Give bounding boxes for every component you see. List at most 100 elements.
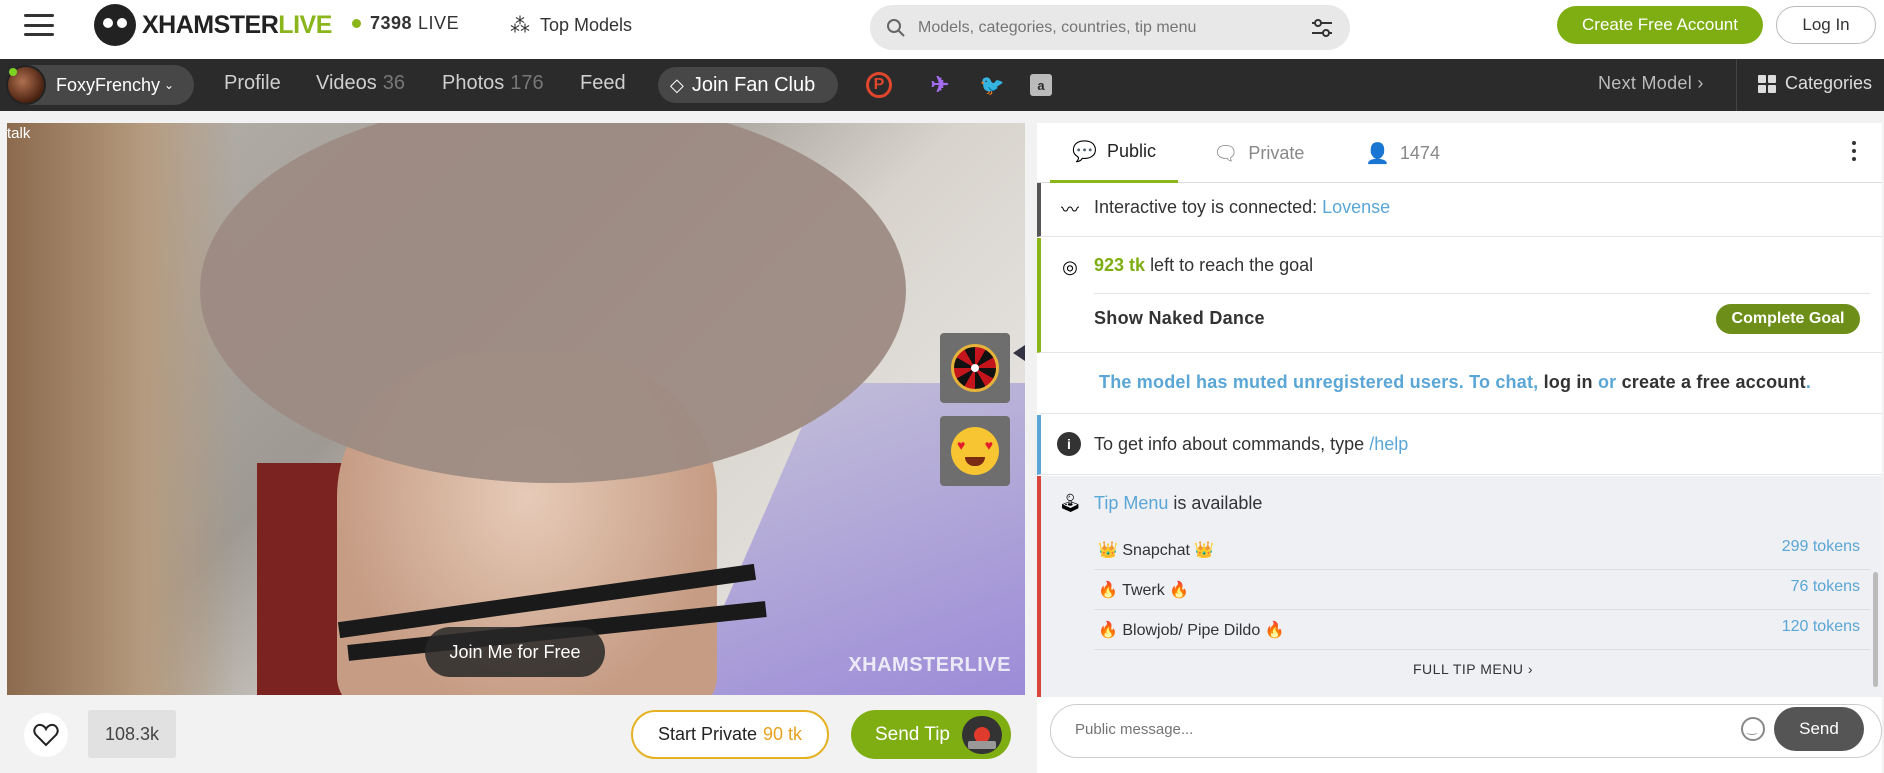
- toy-message-text: Interactive toy is connected: Lovense: [1094, 197, 1390, 218]
- goal-name: Show Naked Dance: [1094, 308, 1265, 328]
- tip-item-name: 👑 Snapchat 👑: [1098, 542, 1215, 559]
- toy-link[interactable]: Lovense: [1322, 197, 1390, 217]
- help-text: To get info about commands, type /help: [1094, 434, 1408, 455]
- chat-scrollbar[interactable]: [1873, 572, 1878, 687]
- next-model-label: Next Model: [1598, 73, 1693, 93]
- send-button[interactable]: Send: [1774, 707, 1864, 751]
- joystick-icon: 🕹: [1058, 492, 1082, 513]
- tip-item-price: 76 tokens: [1790, 578, 1860, 595]
- heart-eyes-emoji-icon: ♥ ♥: [951, 427, 999, 475]
- tab-profile[interactable]: Profile: [224, 72, 281, 95]
- join-fan-club-button[interactable]: ◇ Join Fan Club: [658, 67, 838, 103]
- search-bar: [870, 5, 1350, 50]
- goal-message: ◎ 923 tk left to reach the goal Show Nak…: [1037, 238, 1882, 353]
- site-logo[interactable]: XHAMSTERLIVE: [94, 4, 332, 46]
- tab-public[interactable]: 💬 Public: [1050, 123, 1178, 183]
- chat-bubble-icon: 💬: [1072, 141, 1097, 163]
- tab-private-label: Private: [1248, 142, 1305, 163]
- private-price: 90 tk: [763, 724, 803, 744]
- start-private-label: Start Private: [657, 724, 757, 744]
- categories-label: Categories: [1785, 73, 1873, 93]
- toy-connected-message: 〰 Interactive toy is connected: Lovense: [1037, 183, 1882, 237]
- fan-club-label: Join Fan Club: [691, 73, 816, 96]
- tip-menu-text: is available: [1173, 493, 1263, 513]
- tip-menu-link[interactable]: Tip Menu: [1094, 493, 1168, 513]
- search-icon: [887, 18, 905, 37]
- hamster-logo-icon: [94, 4, 136, 46]
- live-count-label: LIVE: [418, 13, 460, 33]
- twitter-icon[interactable]: 🐦: [979, 72, 1005, 98]
- info-icon: i: [1057, 432, 1081, 456]
- model-dropdown[interactable]: FoxyFrenchy ⌄: [6, 65, 194, 105]
- muted-or: or: [1597, 372, 1617, 392]
- tip-item-name: 🔥 Twerk 🔥: [1098, 582, 1190, 599]
- emoji-picker-icon[interactable]: [1741, 717, 1765, 741]
- tab-viewers[interactable]: 👤 1474: [1365, 123, 1440, 183]
- muted-notice: The model has muted unregistered users. …: [1037, 354, 1882, 414]
- emoji-reaction-button[interactable]: ♥ ♥: [940, 416, 1010, 486]
- create-account-button[interactable]: Create Free Account: [1557, 6, 1763, 44]
- video-watermark: XHAMSTERLIVE: [848, 654, 1011, 676]
- tip-joystick-icon[interactable]: [962, 716, 1002, 754]
- tab-private[interactable]: 🗨 Private: [1213, 123, 1304, 183]
- divider: [1736, 59, 1737, 111]
- filter-icon[interactable]: [1310, 17, 1334, 39]
- next-model-link[interactable]: Next Model ›: [1598, 73, 1704, 94]
- join-free-button[interactable]: Join Me for Free: [425, 627, 605, 677]
- wheel-of-fortune-button[interactable]: [940, 333, 1010, 403]
- tab-public-label: Public: [1106, 141, 1156, 161]
- muted-notice-text: The model has muted unregistered users. …: [1099, 372, 1811, 393]
- grid-icon: [1758, 74, 1776, 93]
- live-count[interactable]: 7398 LIVE: [352, 13, 459, 34]
- top-header: XHAMSTERLIVE 7398 LIVE ⁂ Top Models Crea…: [0, 0, 1884, 59]
- tab-videos[interactable]: Videos 36: [316, 72, 405, 95]
- wheel-icon: [951, 344, 999, 392]
- model-navbar: FoxyFrenchy ⌄ Profile Videos 36 Photos 176…: [0, 59, 1884, 111]
- favorite-button[interactable]: [24, 713, 68, 757]
- video-player[interactable]: talk XHAMSTERLIVE: [7, 123, 1025, 695]
- create-account-link[interactable]: create a free account: [1622, 372, 1806, 392]
- login-button[interactable]: Log In: [1776, 6, 1876, 44]
- telegram-icon[interactable]: ✈: [927, 72, 953, 98]
- user-icon: 👤: [1365, 142, 1390, 165]
- chat-panel: 💬 Public 🗨 Private 👤 1474 〰 Interactive toy…: [1037, 123, 1882, 773]
- podium-icon: ⁂: [510, 15, 530, 37]
- chevron-right-icon: ›: [1697, 73, 1704, 93]
- goal-text-label: left to reach the goal: [1150, 255, 1314, 275]
- categories-link[interactable]: Categories: [1758, 73, 1872, 94]
- more-options-icon[interactable]: [1852, 141, 1856, 161]
- divider: [1094, 293, 1870, 294]
- tip-menu-message: 🕹 Tip Menu is available 👑 Snapchat 👑 299 …: [1037, 476, 1882, 697]
- target-icon: ◎: [1062, 256, 1078, 277]
- logo-text: XHAMSTERLIVE: [142, 10, 332, 39]
- help-command[interactable]: /help: [1369, 434, 1408, 454]
- tip-menu-item[interactable]: 🔥 Blowjob/ Pipe Dildo 🔥 120 tokens: [1094, 610, 1870, 650]
- hamburger-menu-icon[interactable]: [24, 14, 54, 36]
- tab-photos-label: Photos: [442, 72, 505, 94]
- complete-goal-button[interactable]: Complete Goal: [1716, 304, 1860, 334]
- patreon-icon[interactable]: P: [866, 72, 892, 98]
- viewer-count: 1474: [1399, 142, 1440, 163]
- goal-text: 923 tk left to reach the goal: [1094, 255, 1313, 276]
- full-tip-menu-link[interactable]: FULL TIP MENU ›: [1413, 661, 1533, 677]
- tip-item-price: 120 tokens: [1781, 618, 1860, 635]
- full-tip-menu-label: FULL TIP MENU: [1413, 661, 1524, 677]
- tip-menu-title: Tip Menu is available: [1094, 493, 1262, 514]
- tip-menu-item[interactable]: 👑 Snapchat 👑 299 tokens: [1094, 530, 1870, 570]
- diamond-icon: ◇: [670, 74, 684, 95]
- help-message: i To get info about commands, type /help: [1037, 415, 1882, 475]
- muted-text: The model has muted unregistered users. …: [1099, 372, 1539, 392]
- likes-count: 108.3k: [88, 710, 176, 758]
- login-link[interactable]: log in: [1544, 372, 1593, 392]
- collapse-arrow-icon[interactable]: [1013, 345, 1025, 361]
- top-models-link[interactable]: ⁂ Top Models: [510, 13, 632, 38]
- start-private-button[interactable]: Start Private 90 tk: [631, 710, 829, 759]
- search-input[interactable]: [918, 18, 1310, 37]
- tip-menu-item[interactable]: 🔥 Twerk 🔥 76 tokens: [1094, 570, 1870, 610]
- amazon-icon[interactable]: a: [1030, 74, 1052, 96]
- tab-photos[interactable]: Photos 176: [442, 72, 544, 95]
- tab-feed[interactable]: Feed: [580, 72, 626, 95]
- video-overlay-text: talk: [7, 125, 31, 142]
- message-input[interactable]: [1075, 721, 1715, 738]
- chat-tabs: 💬 Public 🗨 Private 👤 1474: [1037, 123, 1882, 183]
